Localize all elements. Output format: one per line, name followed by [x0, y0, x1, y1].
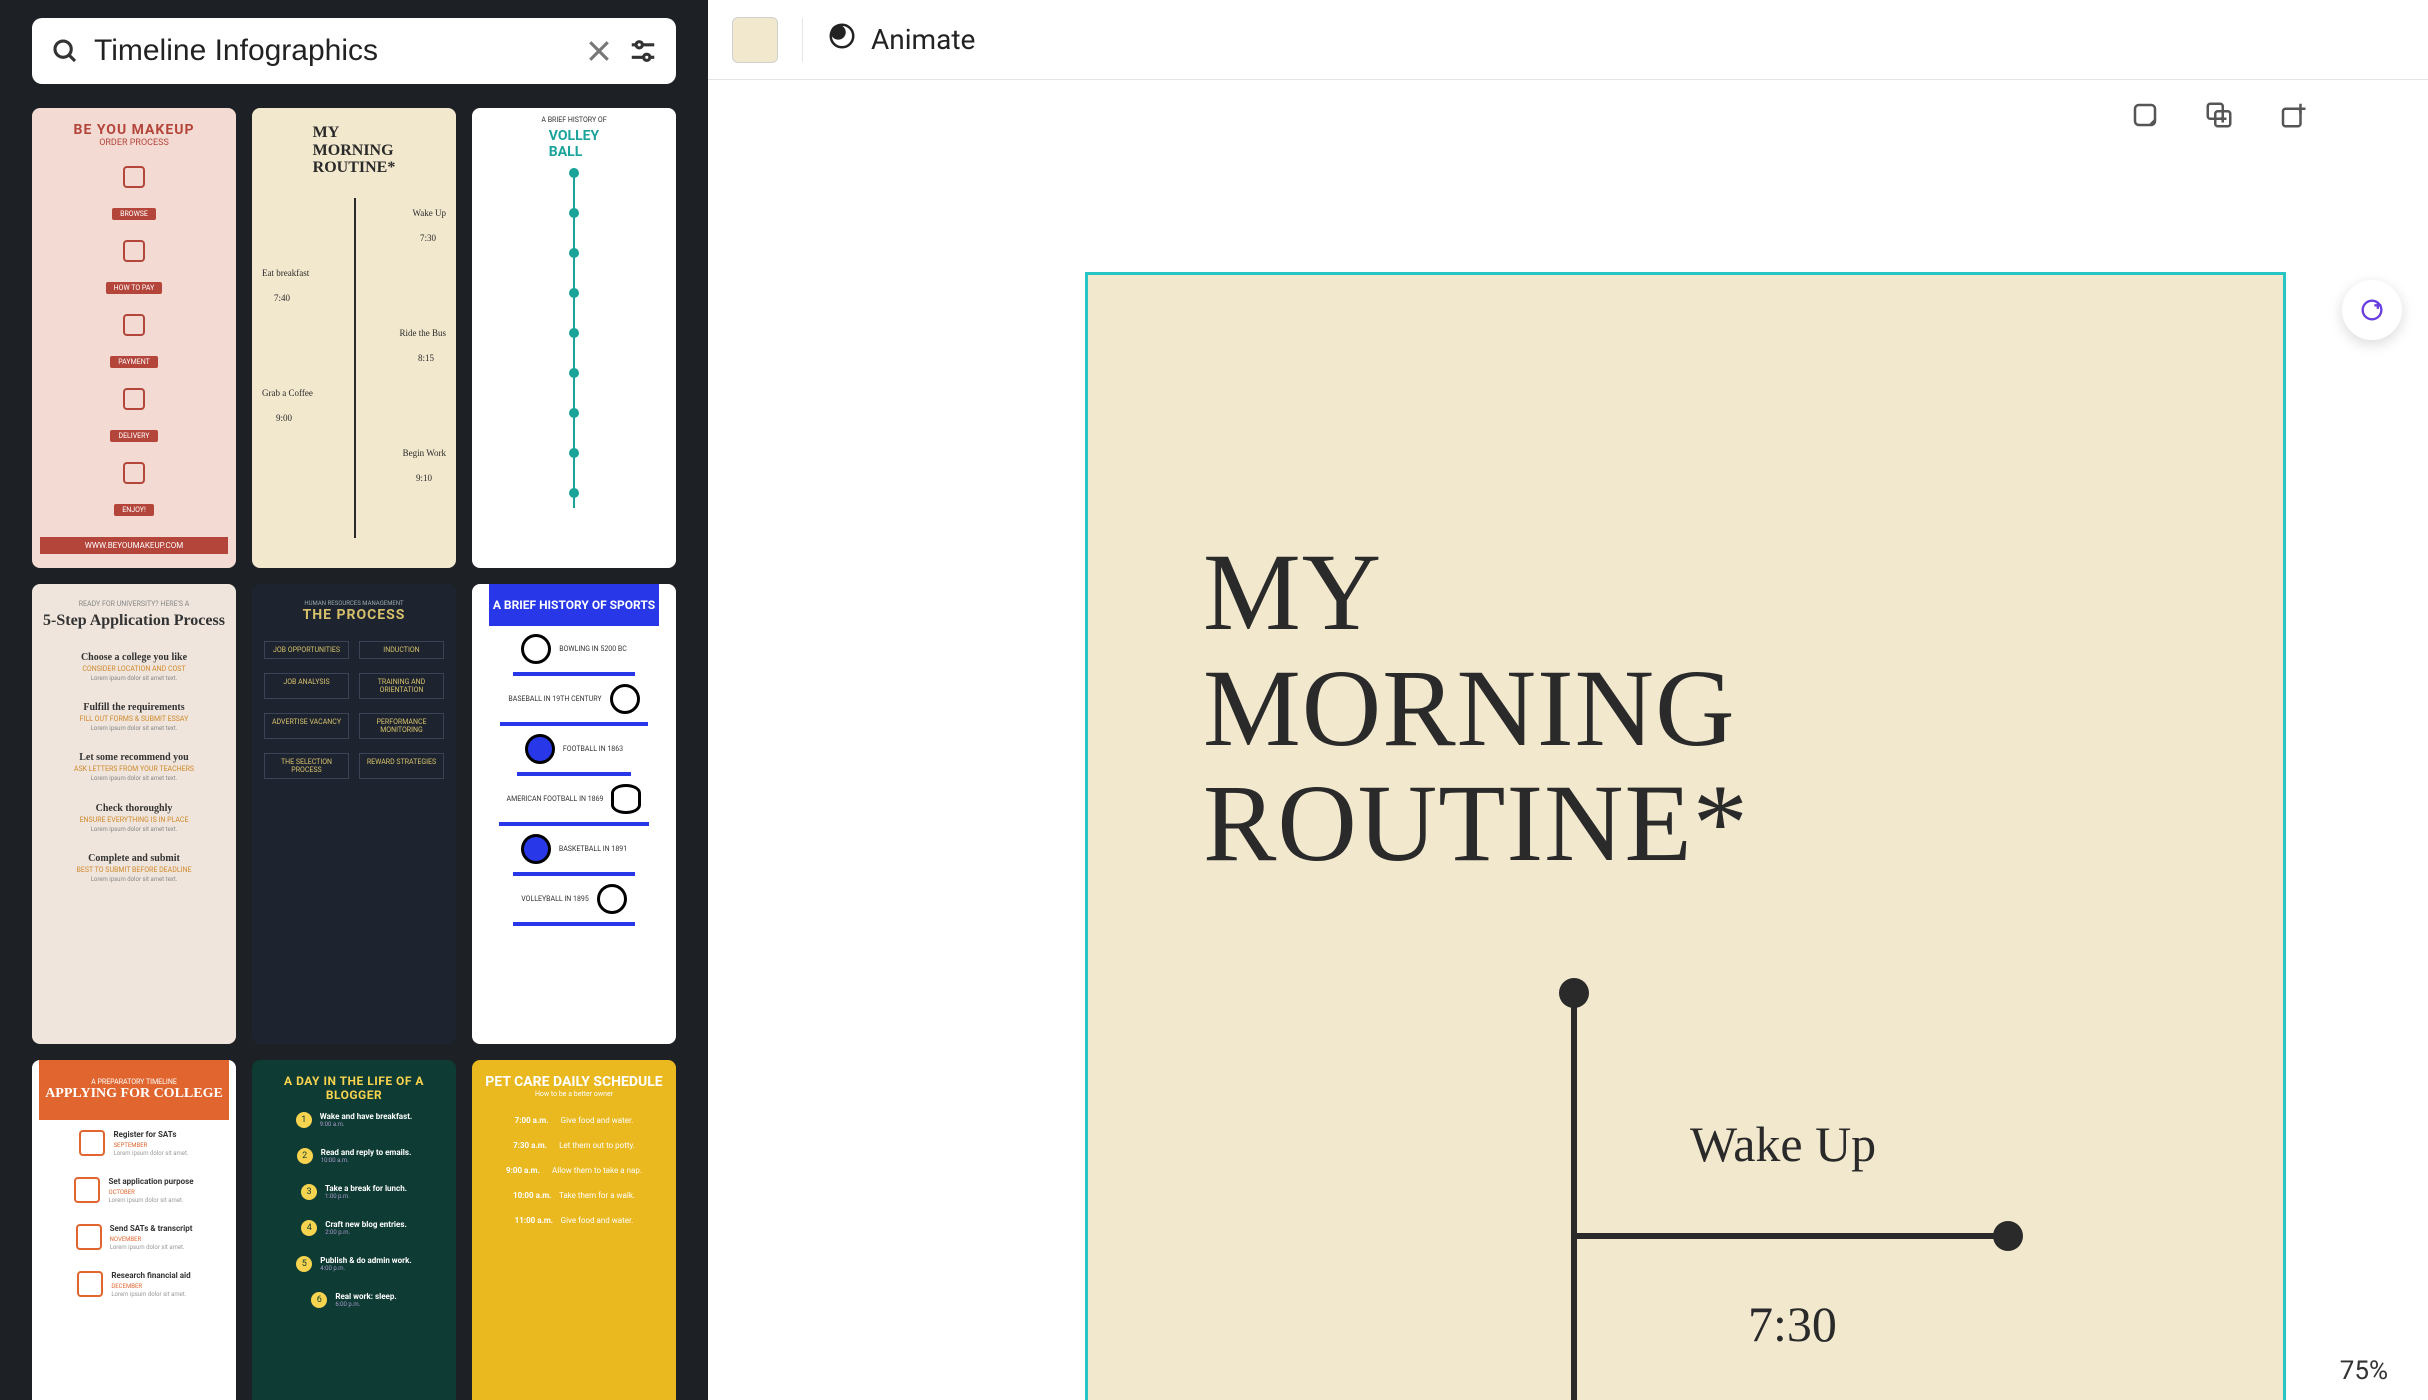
timeline-item-label[interactable]: Wake Up [1690, 1115, 1876, 1173]
page-title[interactable]: MY MORNING ROUTINE* [1203, 535, 1749, 882]
template-card[interactable]: A BRIEF HISTORY OF VOLLEY BALL [472, 108, 676, 568]
template-card[interactable]: MY MORNING ROUTINE* Wake Up 7:30 Eat bre… [252, 108, 456, 568]
template-title: MY MORNING ROUTINE* [313, 124, 396, 177]
page-actions [2130, 100, 2308, 130]
template-grid: BE YOU MAKEUP ORDER PROCESS BROWSE HOW T… [0, 96, 708, 1400]
clear-search-icon[interactable] [584, 36, 614, 66]
editor-main: Animate MY MORNING ROUTINE* [708, 0, 2428, 1400]
template-card[interactable]: READY FOR UNIVERSITY? HERE'S A 5-Step Ap… [32, 584, 236, 1044]
search-wrap [0, 0, 708, 96]
template-card[interactable]: A DAY IN THE LIFE OF A BLOGGER 1Wake and… [252, 1060, 456, 1400]
zoom-level[interactable]: 75% [2340, 1356, 2388, 1386]
template-subtitle: ORDER PROCESS [99, 138, 169, 148]
template-title: BE YOU MAKEUP [74, 122, 195, 138]
timeline-horizontal-line[interactable] [1574, 1233, 2004, 1239]
duplicate-page-icon[interactable] [2204, 100, 2234, 130]
timeline-dot[interactable] [1559, 978, 1589, 1008]
template-card[interactable]: BE YOU MAKEUP ORDER PROCESS BROWSE HOW T… [32, 108, 236, 568]
template-card[interactable]: A PREPARATORY TIMELINEAPPLYING FOR COLLE… [32, 1060, 236, 1400]
timeline-vertical-line[interactable] [1571, 995, 1577, 1400]
timeline-item-time[interactable]: 7:30 [1748, 1295, 1837, 1353]
search-box [32, 18, 676, 84]
search-input[interactable] [94, 34, 570, 68]
canvas[interactable]: MY MORNING ROUTINE* Wake Up 7:30 Eat bre… [708, 80, 2428, 1400]
editor-topbar: Animate [708, 0, 2428, 80]
animate-button[interactable]: Animate [827, 21, 975, 58]
notes-icon[interactable] [2130, 100, 2160, 130]
animate-label: Animate [871, 23, 975, 56]
templates-sidebar: BE YOU MAKEUP ORDER PROCESS BROWSE HOW T… [0, 0, 708, 1400]
divider [802, 18, 803, 62]
background-color-swatch[interactable] [732, 17, 778, 63]
search-icon [50, 36, 80, 66]
design-page[interactable]: MY MORNING ROUTINE* Wake Up 7:30 Eat bre… [1088, 275, 2283, 1400]
add-page-icon[interactable] [2278, 100, 2308, 130]
template-card[interactable]: HUMAN RESOURCES MANAGEMENT THE PROCESS J… [252, 584, 456, 1044]
filter-icon[interactable] [628, 36, 658, 66]
timeline-dot[interactable] [1993, 1221, 2023, 1251]
animate-icon [827, 21, 857, 58]
template-card[interactable]: A BRIEF HISTORY OF SPORTS BOWLING IN 520… [472, 584, 676, 1044]
ai-assist-button[interactable] [2342, 280, 2402, 340]
template-card[interactable]: PET CARE DAILY SCHEDULE How to be a bett… [472, 1060, 676, 1400]
